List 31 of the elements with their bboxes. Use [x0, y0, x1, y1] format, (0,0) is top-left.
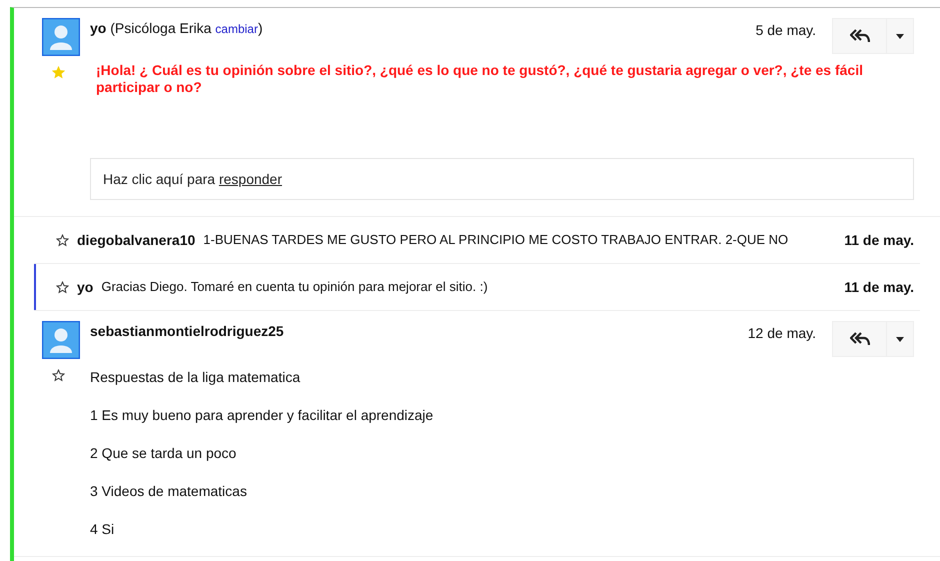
- caret-icon: [896, 336, 904, 342]
- sender-line: yo (Psicóloga Erika cambiar): [90, 19, 264, 38]
- star-icon[interactable]: [52, 369, 65, 382]
- star-icon[interactable]: [56, 280, 69, 294]
- message-date: 11 de may.: [844, 278, 914, 297]
- message-snippet: 1-BUENAS TARDES ME GUSTO PERO AL PRINCIPIO ME COSTO TRABAJO ENTRAR. 2-QUE NO: [203, 231, 790, 250]
- message-text: 2 Que se tarda un poco: [90, 444, 238, 463]
- message-date: 5 de may.: [756, 21, 816, 40]
- sender-line: sebastianmontielrodriguez25: [90, 322, 285, 341]
- sender-name: yo: [77, 278, 94, 297]
- star-icon[interactable]: [56, 234, 69, 246]
- reply-all-icon: [850, 29, 870, 43]
- message-date: 11 de may.: [844, 230, 914, 250]
- caret-icon: [896, 34, 904, 38]
- message-row[interactable]: yo Gracias Diego. Tomaré en cuenta tu opinión para mejorar el sitio. :) 11 de may.: [34, 264, 920, 311]
- sender-name: diegobalvanera10: [77, 230, 196, 250]
- message-snippet: Gracias Diego. Tomaré en cuenta tu opinión para mejorar el sitio. :): [101, 278, 489, 296]
- message-text: 3 Videos de matematicas: [90, 482, 248, 501]
- message-text: Respuestas de la liga matematica: [90, 368, 302, 387]
- reply-prompt: Haz clic aquí para responder: [103, 170, 282, 189]
- message-text: 4 Si: [90, 520, 116, 539]
- message-row[interactable]: diegobalvanera10 1-BUENAS TARDES ME GUSTO PERO AL PRINCIPIO ME COSTO TRABAJO ENTRAR. 2-QUE NO 11 de may.: [34, 217, 920, 264]
- reply-box[interactable]: Haz clic aquí para responder: [90, 158, 914, 200]
- change-link[interactable]: cambiar: [215, 22, 258, 36]
- message-text: 1 Es muy bueno para aprender y facilitar el aprendizaje: [90, 406, 434, 425]
- avatar-icon: [42, 321, 80, 359]
- reply-all-icon: [850, 332, 870, 346]
- message-date: 12 de may.: [748, 324, 816, 343]
- message-text: ¡Hola! ¿ Cuál es tu opinión sobre el sitio?, ¿qué es lo que no te gustó?, ¿qué te gustaria agregar o ver?, ¿te es fácil participar o no?: [96, 62, 864, 96]
- avatar-icon: [42, 18, 80, 56]
- reply-link[interactable]: responder: [218, 170, 282, 186]
